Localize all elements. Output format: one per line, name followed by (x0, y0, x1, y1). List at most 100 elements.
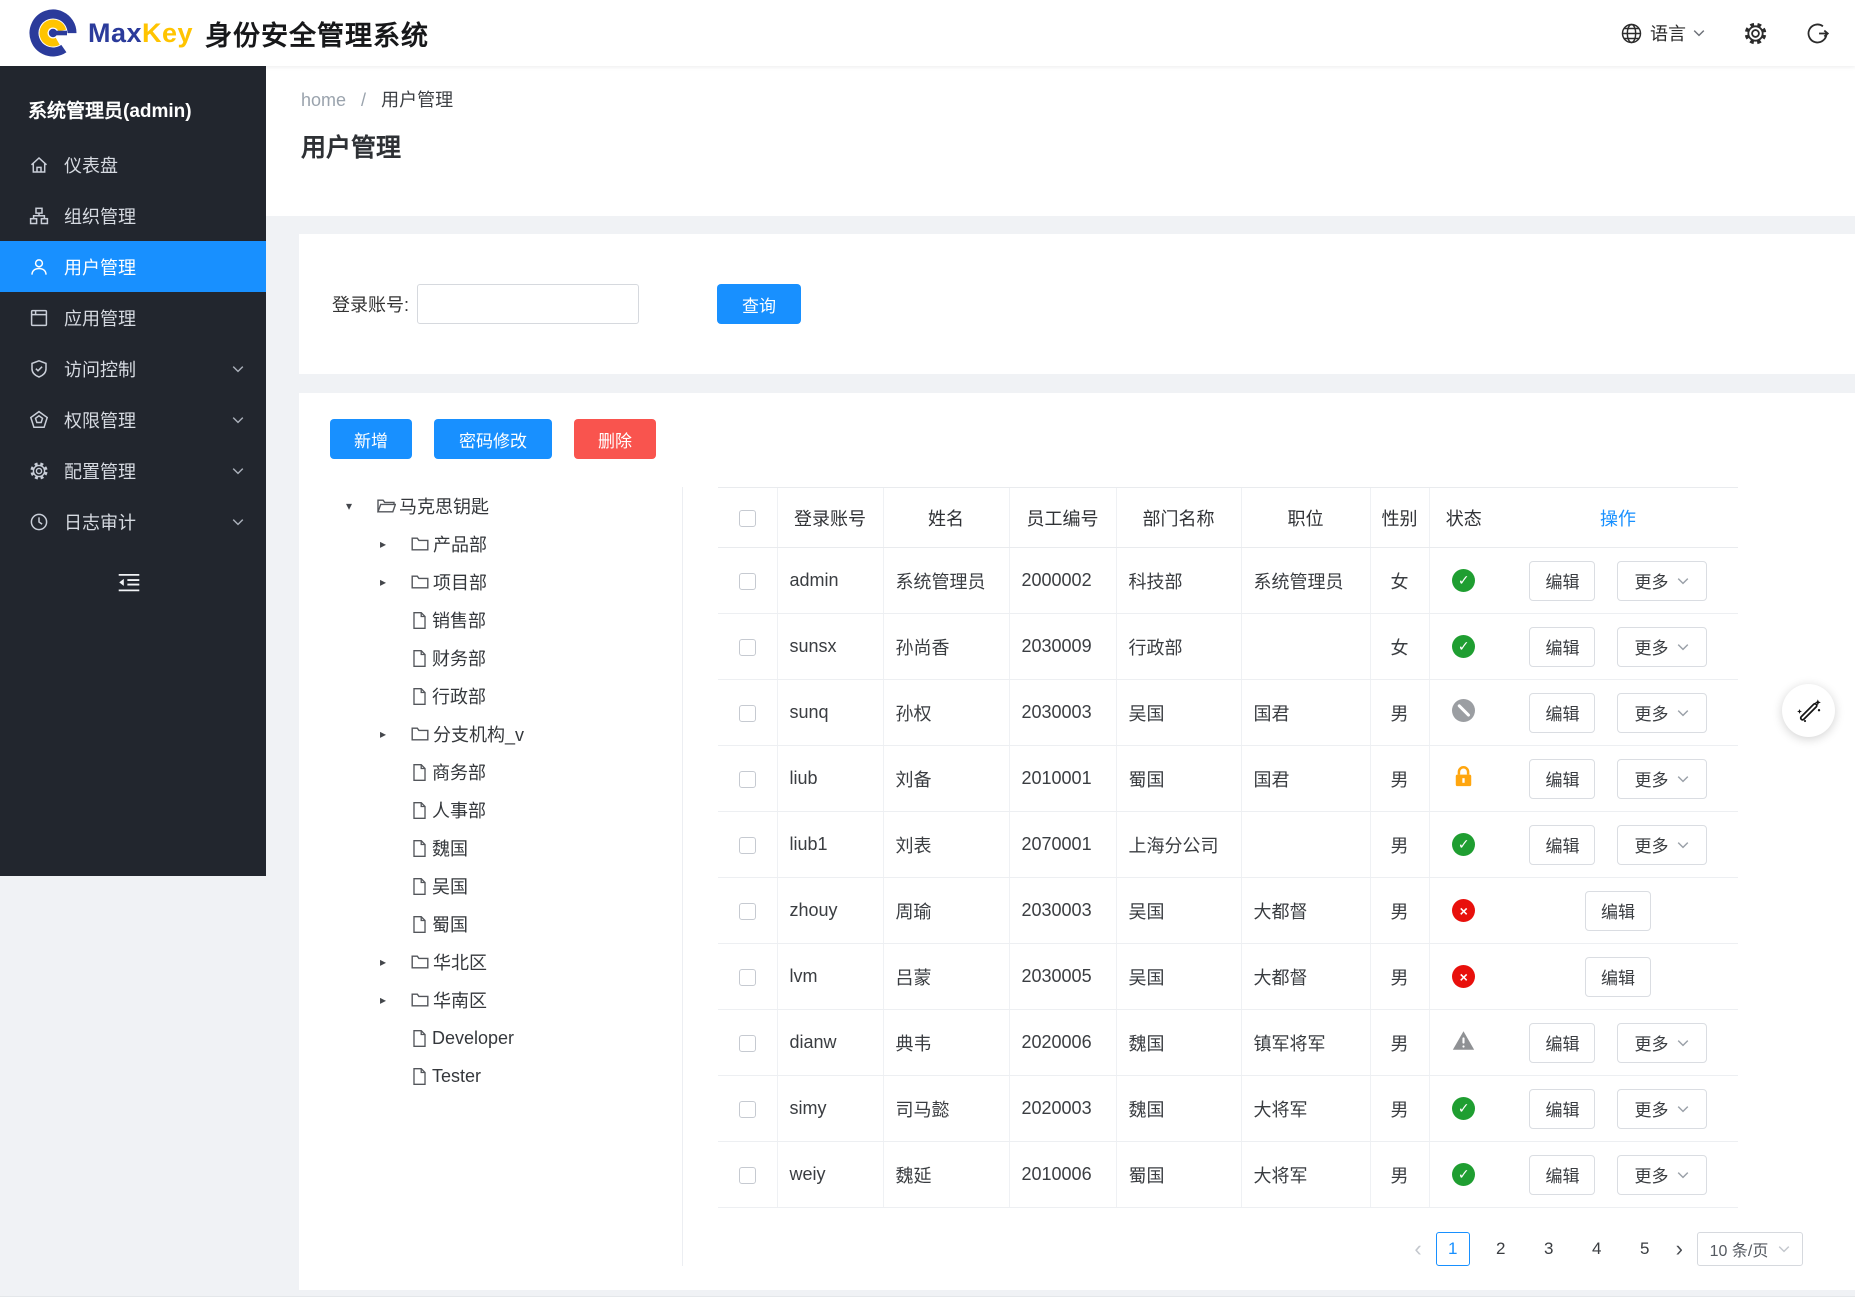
edit-button[interactable]: 编辑 (1529, 1089, 1595, 1129)
search-panel: 登录账号: 查询 (299, 234, 1855, 374)
tree-node[interactable]: 销售部 (346, 601, 682, 639)
more-button[interactable]: 更多 (1617, 627, 1707, 667)
query-button[interactable]: 查询 (717, 284, 801, 324)
theme-settings-button[interactable] (1782, 684, 1835, 737)
sidebar-item-label: 日志审计 (64, 509, 136, 535)
sidebar-item-logs[interactable]: 日志审计 (0, 496, 266, 547)
row-checkbox[interactable] (739, 1101, 756, 1118)
tree-node[interactable]: Tester (346, 1057, 682, 1095)
add-button[interactable]: 新增 (330, 419, 412, 459)
cell-actions: 编辑 更多 (1498, 548, 1738, 614)
tree-node[interactable]: 商务部 (346, 753, 682, 791)
sidebar-item-apps[interactable]: 应用管理 (0, 292, 266, 343)
sidebar-item-org[interactable]: 组织管理 (0, 190, 266, 241)
change-password-button[interactable]: 密码修改 (434, 419, 552, 459)
more-button[interactable]: 更多 (1617, 1155, 1707, 1195)
cell-gender: 男 (1370, 1142, 1429, 1208)
page-number-1[interactable]: 1 (1436, 1232, 1470, 1266)
tree-node[interactable]: 行政部 (346, 677, 682, 715)
caret-right-icon[interactable]: ▸ (380, 575, 410, 589)
tree-node[interactable]: 吴国 (346, 867, 682, 905)
caret-right-icon[interactable]: ▸ (380, 955, 410, 969)
caret-right-icon[interactable]: ▸ (380, 993, 410, 1007)
tree-node-label: 魏国 (432, 835, 468, 861)
file-icon (410, 915, 429, 934)
select-all-checkbox[interactable] (739, 510, 756, 527)
next-page-button[interactable]: › (1676, 1238, 1683, 1260)
cell-position: 大都督 (1241, 944, 1370, 1010)
more-button[interactable]: 更多 (1617, 825, 1707, 865)
tree-node[interactable]: ▸ 项目部 (346, 563, 682, 601)
row-checkbox[interactable] (739, 1035, 756, 1052)
settings-gear-icon[interactable] (1743, 21, 1768, 46)
tree-node[interactable]: ▾ 马克思钥匙 (346, 487, 682, 525)
more-button[interactable]: 更多 (1617, 693, 1707, 733)
status-warning-icon (1452, 1035, 1475, 1055)
tree-node[interactable]: 蜀国 (346, 905, 682, 943)
more-button[interactable]: 更多 (1617, 759, 1707, 799)
row-checkbox[interactable] (739, 1167, 756, 1184)
delete-button[interactable]: 删除 (574, 419, 656, 459)
page-number-5[interactable]: 5 (1628, 1232, 1662, 1266)
sidebar-item-dashboard[interactable]: 仪表盘 (0, 139, 266, 190)
row-checkbox[interactable] (739, 639, 756, 656)
tree-node[interactable]: 财务部 (346, 639, 682, 677)
sidebar-item-users[interactable]: 用户管理 (0, 241, 266, 292)
page-size-select[interactable]: 10 条/页 (1697, 1232, 1803, 1266)
row-checkbox[interactable] (739, 903, 756, 920)
column-header: 性别 (1370, 488, 1429, 548)
prev-page-button[interactable]: ‹ (1414, 1238, 1421, 1260)
row-checkbox[interactable] (739, 969, 756, 986)
folder-icon (410, 952, 430, 972)
page-number-3[interactable]: 3 (1532, 1232, 1566, 1266)
more-button[interactable]: 更多 (1617, 1089, 1707, 1129)
caret-right-icon[interactable]: ▸ (380, 537, 410, 551)
edit-button[interactable]: 编辑 (1529, 693, 1595, 733)
more-button[interactable]: 更多 (1617, 561, 1707, 601)
cell-gender: 男 (1370, 878, 1429, 944)
edit-button[interactable]: 编辑 (1529, 1023, 1595, 1063)
page-number-4[interactable]: 4 (1580, 1232, 1614, 1266)
row-checkbox[interactable] (739, 771, 756, 788)
logout-icon[interactable] (1806, 22, 1829, 45)
tree-node-label: 销售部 (432, 607, 486, 633)
tree-node[interactable]: ▸ 华南区 (346, 981, 682, 1019)
tree-node[interactable]: ▸ 产品部 (346, 525, 682, 563)
page-number-2[interactable]: 2 (1484, 1232, 1518, 1266)
sidebar-item-access[interactable]: 访问控制 (0, 343, 266, 394)
language-selector[interactable]: 语言 (1620, 20, 1705, 46)
row-checkbox[interactable] (739, 837, 756, 854)
tree-node-label: 财务部 (432, 645, 486, 671)
breadcrumb-home[interactable]: home (301, 90, 346, 110)
cell-status (1429, 1010, 1498, 1076)
sidebar-item-perms[interactable]: 权限管理 (0, 394, 266, 445)
status-active-icon: ✓ (1452, 1097, 1475, 1120)
chevron-down-icon (1677, 1039, 1689, 1047)
tree-node[interactable]: ▸ 华北区 (346, 943, 682, 981)
tree-node[interactable]: 人事部 (346, 791, 682, 829)
sidebar-item-config[interactable]: 配置管理 (0, 445, 266, 496)
row-checkbox[interactable] (739, 705, 756, 722)
caret-down-icon[interactable]: ▾ (346, 499, 376, 513)
table-row: admin 系统管理员 2000002 科技部 系统管理员 女 ✓ 编辑 更多 (718, 548, 1738, 614)
tree-node-label: 商务部 (432, 759, 486, 785)
row-checkbox[interactable] (739, 573, 756, 590)
edit-button[interactable]: 编辑 (1529, 759, 1595, 799)
account-input[interactable] (417, 284, 639, 324)
tree-node[interactable]: 魏国 (346, 829, 682, 867)
tree-node[interactable]: Developer (346, 1019, 682, 1057)
content-row: ▾ 马克思钥匙 ▸ 产品部 ▸ 项目部 销售部 财务部 行政部 ▸ 分支机构_v… (299, 487, 1855, 1266)
chevron-down-icon (232, 518, 244, 526)
edit-button[interactable]: 编辑 (1529, 825, 1595, 865)
file-icon (410, 687, 429, 706)
edit-button[interactable]: 编辑 (1529, 561, 1595, 601)
caret-right-icon[interactable]: ▸ (380, 727, 410, 741)
tree-node[interactable]: ▸ 分支机构_v (346, 715, 682, 753)
edit-button[interactable]: 编辑 (1529, 627, 1595, 667)
more-button[interactable]: 更多 (1617, 1023, 1707, 1063)
edit-button[interactable]: 编辑 (1585, 957, 1651, 997)
edit-button[interactable]: 编辑 (1585, 891, 1651, 931)
cell-name: 吕蒙 (883, 944, 1009, 1010)
sidebar-collapse-button[interactable] (0, 563, 266, 603)
edit-button[interactable]: 编辑 (1529, 1155, 1595, 1195)
